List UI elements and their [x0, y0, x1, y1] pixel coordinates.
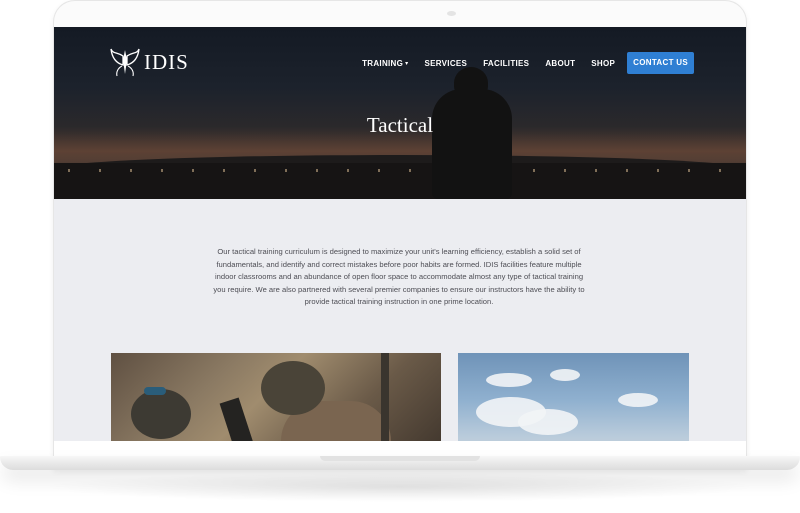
webcam — [447, 11, 456, 16]
website-screen: IDIS TRAINING ▾ SERVICES FACILITIES ABOU… — [54, 27, 746, 457]
night-vision-goggles — [144, 387, 166, 395]
section-divider — [54, 441, 746, 457]
winged-emblem-icon — [110, 48, 140, 77]
distant-lights — [54, 169, 746, 172]
page-title: Tactical — [366, 113, 434, 137]
hero-banner: IDIS TRAINING ▾ SERVICES FACILITIES ABOU… — [54, 27, 746, 199]
chevron-down-icon: ▾ — [405, 60, 409, 67]
helmet-shape — [261, 361, 325, 415]
cloud — [550, 369, 580, 381]
laptop-shadow — [40, 472, 760, 502]
cloud — [518, 409, 578, 435]
helmet-shape — [131, 389, 191, 439]
nav-item-about[interactable]: ABOUT — [545, 59, 575, 68]
cloud — [618, 393, 658, 407]
nav-item-training[interactable]: TRAINING ▾ — [362, 59, 408, 68]
intro-paragraph: Our tactical training curriculum is desi… — [213, 247, 585, 306]
nav-item-shop[interactable]: SHOP — [591, 59, 615, 68]
laptop-notch — [320, 456, 480, 461]
main-navigation: TRAINING ▾ SERVICES FACILITIES ABOUT SHO… — [362, 51, 694, 75]
nav-item-facilities[interactable]: FACILITIES — [483, 59, 529, 68]
soldier-silhouette-body — [432, 89, 512, 199]
brand-name: IDIS — [144, 49, 189, 74]
nav-item-services[interactable]: SERVICES — [424, 59, 467, 68]
contact-us-button[interactable]: CONTACT US — [627, 52, 694, 74]
cloud — [486, 373, 532, 387]
nav-item-label: TRAINING — [362, 58, 404, 68]
site-logo[interactable]: IDIS — [110, 46, 189, 78]
